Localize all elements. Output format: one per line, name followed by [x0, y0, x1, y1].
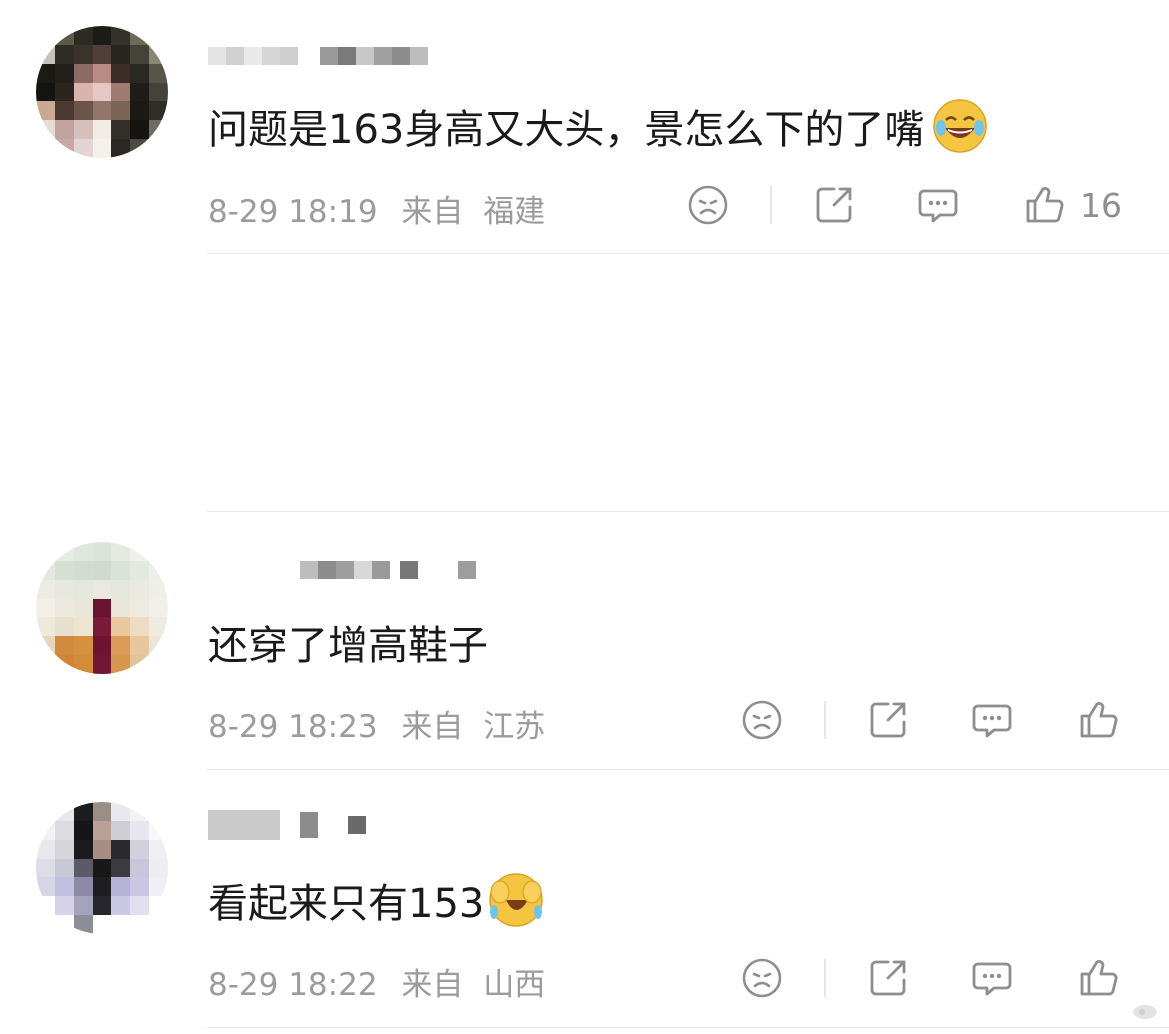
comment-meta: 8-29 18:19 来自 福建: [208, 186, 545, 231]
comment-divider: [207, 253, 1169, 254]
sad-face-icon: [742, 700, 782, 740]
comment-time: 8-29 18:19: [208, 194, 378, 230]
share-icon: [870, 702, 906, 738]
comment-meta: 8-29 18:23 来自 江苏: [208, 701, 545, 746]
dislike-button[interactable]: [740, 956, 784, 1000]
dislike-button[interactable]: [740, 698, 784, 742]
comment-bubble-icon: [972, 962, 1012, 996]
like-button[interactable]: [1076, 698, 1120, 742]
comment-bubble-icon: [972, 704, 1012, 738]
avatar[interactable]: [36, 802, 168, 934]
sad-face-icon: [688, 185, 728, 225]
thumbs-up-icon: [1026, 187, 1064, 223]
from-label: 来自: [401, 709, 464, 745]
thumbs-up-icon: [1080, 960, 1118, 996]
comment-divider: [207, 1027, 1169, 1028]
comment-location: 福建: [483, 194, 546, 230]
avatar[interactable]: [36, 26, 168, 158]
comment-text: 问题是163身高又大头，景怎么下的了嘴: [208, 96, 988, 156]
reply-button[interactable]: [970, 698, 1014, 742]
comment-text: 还穿了增高鞋子: [208, 612, 488, 672]
watermark-logo: [1131, 1000, 1159, 1020]
share-button[interactable]: [866, 698, 910, 742]
from-label: 来自: [401, 967, 464, 1003]
comment-time: 8-29 18:22: [208, 967, 378, 1003]
laughing-tears-emoji: [932, 98, 988, 154]
comment-text-content: 问题是163身高又大头，景怎么下的了嘴: [208, 107, 925, 153]
like-count: 16: [1080, 185, 1122, 225]
comment-meta: 8-29 18:22 来自 山西: [208, 959, 545, 1004]
divider-vertical: [824, 959, 826, 997]
sad-face-icon: [742, 958, 782, 998]
divider-vertical: [824, 701, 826, 739]
share-button[interactable]: [866, 956, 910, 1000]
comment-time: 8-29 18:23: [208, 709, 378, 745]
like-button[interactable]: 16: [1022, 183, 1122, 227]
like-button[interactable]: [1076, 956, 1120, 1000]
username-blurred[interactable]: [208, 550, 476, 590]
comment-actions: [740, 956, 1120, 1000]
crying-laughing-covering-face-emoji: [488, 872, 544, 928]
from-label: 来自: [401, 194, 464, 230]
comment-bubble-icon: [918, 189, 958, 223]
comment-text-content: 还穿了增高鞋子: [208, 623, 488, 669]
reply-button[interactable]: [970, 956, 1014, 1000]
comment-location: 江苏: [483, 709, 546, 745]
username-blurred[interactable]: [208, 36, 428, 76]
username-blurred[interactable]: [208, 805, 366, 845]
reply-button[interactable]: [916, 183, 960, 227]
share-button[interactable]: [812, 183, 856, 227]
avatar[interactable]: [36, 542, 168, 674]
comment-text-content: 看起来只有153: [208, 881, 485, 927]
comment-divider: [207, 769, 1169, 770]
dislike-button[interactable]: [686, 183, 730, 227]
share-icon: [816, 187, 852, 223]
comment-divider: [207, 511, 1169, 512]
comment-location: 山西: [483, 967, 546, 1003]
divider-vertical: [770, 186, 772, 224]
share-icon: [870, 960, 906, 996]
comment-actions: 16: [686, 183, 1122, 227]
comment-actions: [740, 698, 1120, 742]
comment-text: 看起来只有153: [208, 868, 544, 932]
thumbs-up-icon: [1080, 702, 1118, 738]
